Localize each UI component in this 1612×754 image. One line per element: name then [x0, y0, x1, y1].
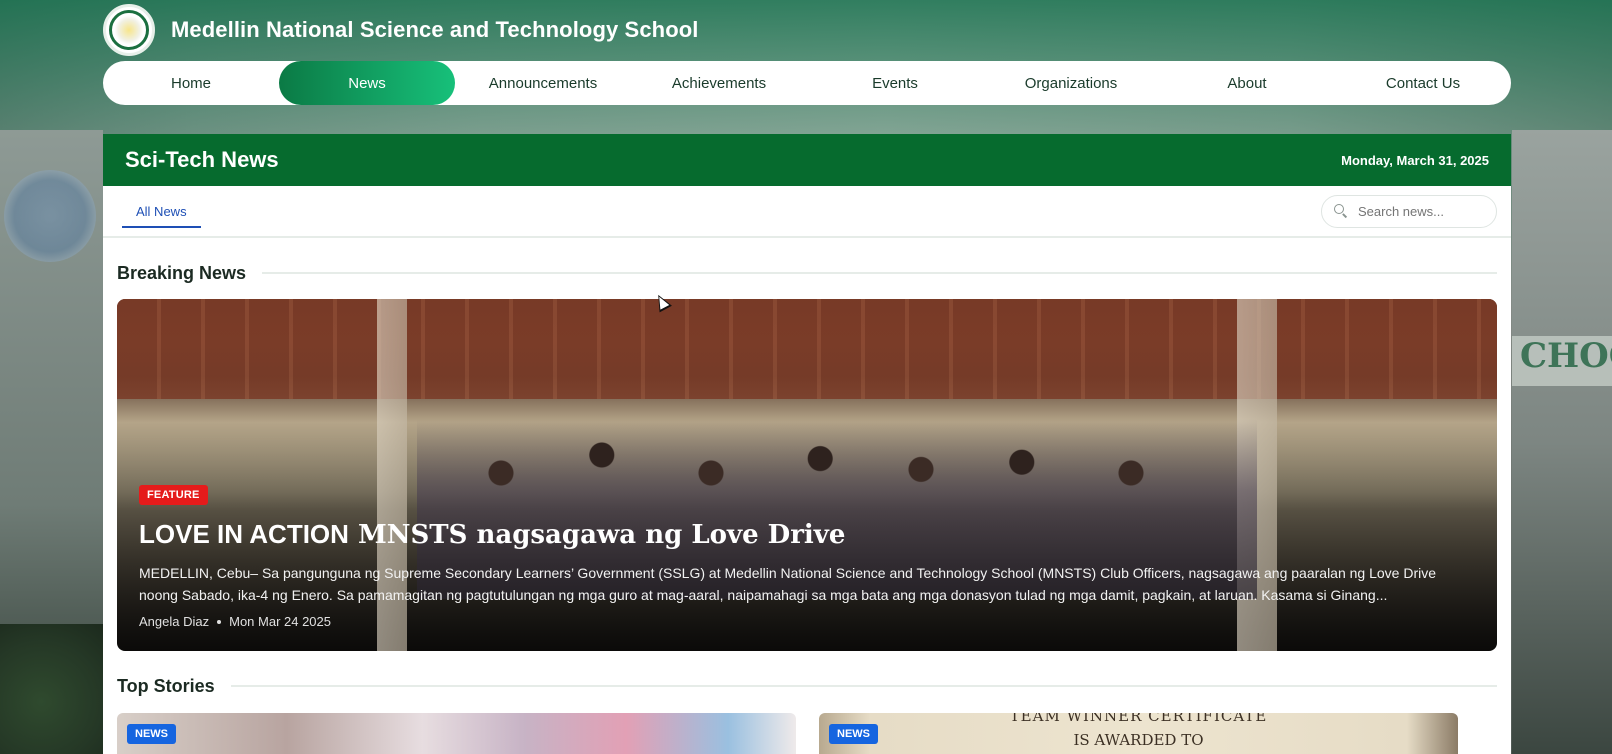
- breaking-news-header: Breaking News: [103, 262, 1511, 284]
- background-trees: [0, 624, 103, 754]
- hero-content: FEATURE LOVE IN ACTION MNSTS nagsagawa n…: [139, 485, 1467, 629]
- title-rest: MNSTS nagsagawa ng Love Drive: [348, 520, 846, 550]
- section-divider: [230, 685, 1497, 687]
- nav-item-events[interactable]: Events: [807, 61, 983, 105]
- school-seal-logo[interactable]: [103, 4, 155, 56]
- nav-item-about[interactable]: About: [1159, 61, 1335, 105]
- article-meta: Angela Diaz Mon Mar 24 2025: [139, 614, 1467, 629]
- search-input[interactable]: [1358, 203, 1478, 219]
- nav-item-news[interactable]: News: [279, 61, 455, 105]
- section-title-top-stories: Top Stories: [117, 675, 215, 696]
- main-nav: Home News Announcements Achievements Eve…: [103, 61, 1511, 105]
- search-icon: [1334, 204, 1348, 218]
- site-brand[interactable]: Medellin National Science and Technology…: [103, 4, 699, 56]
- logo-inner-ring: [109, 10, 149, 50]
- background-school-sign: CHOOL: [1512, 336, 1612, 386]
- breaking-news-title[interactable]: LOVE IN ACTION MNSTS nagsagawa ng Love D…: [139, 519, 1467, 550]
- nav-item-home[interactable]: Home: [103, 61, 279, 105]
- certificate-text: IS AWARDED TO: [1073, 731, 1204, 749]
- top-stories-grid: NEWS TEAM WINNER CERTIFICATE IS AWARDED …: [117, 713, 1497, 754]
- site-title: Medellin National Science and Technology…: [171, 17, 699, 42]
- story-card[interactable]: NEWS: [117, 713, 796, 754]
- tab-all-news[interactable]: All News: [122, 194, 201, 228]
- nav-item-achievements[interactable]: Achievements: [631, 61, 807, 105]
- hero-image-roof: [117, 299, 1497, 399]
- breaking-news-card[interactable]: FEATURE LOVE IN ACTION MNSTS nagsagawa n…: [117, 299, 1497, 651]
- news-panel: Sci-Tech News Monday, March 31, 2025 All…: [103, 134, 1511, 754]
- top-stories-header: Top Stories: [103, 675, 1511, 697]
- nav-item-announcements[interactable]: Announcements: [455, 61, 631, 105]
- search-box[interactable]: [1321, 194, 1497, 228]
- certificate-text: TEAM WINNER CERTIFICATE: [1009, 713, 1268, 725]
- news-badge: NEWS: [829, 724, 878, 744]
- story-card[interactable]: TEAM WINNER CERTIFICATE IS AWARDED TO NE…: [819, 713, 1458, 754]
- section-divider: [262, 272, 1497, 274]
- current-date: Monday, March 31, 2025: [1341, 152, 1489, 168]
- meta-separator: [217, 619, 222, 624]
- title-prefix: LOVE IN ACTION: [139, 519, 349, 549]
- background-deped-seal: [4, 170, 96, 262]
- feature-badge: FEATURE: [139, 485, 208, 505]
- panel-header: Sci-Tech News Monday, March 31, 2025: [103, 134, 1511, 186]
- news-badge: NEWS: [127, 724, 176, 744]
- publish-date: Mon Mar 24 2025: [229, 614, 332, 629]
- breaking-news-excerpt: MEDELLIN, Cebu– Sa pangunguna ng Supreme…: [139, 565, 1437, 603]
- nav-item-contact-us[interactable]: Contact Us: [1335, 61, 1511, 105]
- nav-item-organizations[interactable]: Organizations: [983, 61, 1159, 105]
- background-right-wall: [1512, 130, 1612, 754]
- section-title-breaking: Breaking News: [117, 262, 247, 283]
- panel-title: Sci-Tech News: [125, 147, 279, 172]
- author-name: Angela Diaz: [139, 614, 210, 629]
- filter-row: All News: [103, 186, 1511, 238]
